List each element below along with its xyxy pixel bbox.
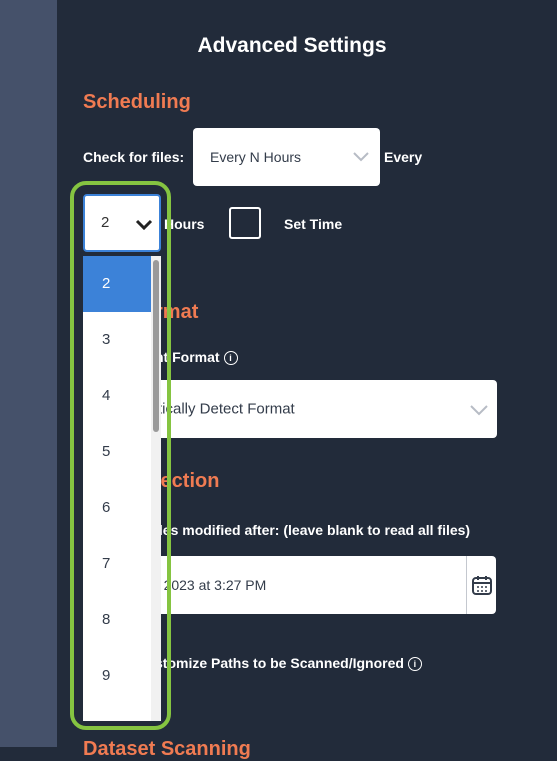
modified-after-label: iles modified after: (leave blank to rea… xyxy=(155,522,471,538)
format-select[interactable]: tically Detect Format xyxy=(130,380,497,438)
customize-paths-text: stomize Paths to be Scanned/Ignored xyxy=(155,655,404,671)
page-title: Advanced Settings xyxy=(197,34,387,57)
customize-paths-label: stomize Paths to be Scanned/Ignored i xyxy=(155,655,422,672)
frequency-select[interactable]: Every N Hours xyxy=(193,128,380,186)
scheduling-heading: Scheduling xyxy=(83,91,191,113)
set-time-checkbox[interactable] xyxy=(229,207,261,239)
format-select-value: tically Detect Format xyxy=(158,400,295,418)
bottom-heading: Dataset Scanning xyxy=(83,738,251,760)
every-label: Every xyxy=(384,149,423,165)
frequency-select-value: Every N Hours xyxy=(210,149,302,165)
modified-after-date-input[interactable]: 7, 2023 at 3:27 PM xyxy=(130,556,496,614)
info-icon[interactable]: i xyxy=(223,351,238,366)
check-for-files-label: Check for files: xyxy=(83,149,185,165)
chevron-down-icon xyxy=(470,405,488,416)
calendar-separator xyxy=(466,556,467,614)
left-sidebar-strip xyxy=(0,0,57,747)
set-time-label: Set Time xyxy=(284,216,343,232)
highlight-box xyxy=(70,181,171,730)
info-icon[interactable]: i xyxy=(407,657,422,672)
chevron-down-icon xyxy=(353,152,369,162)
calendar-icon[interactable] xyxy=(472,575,492,595)
